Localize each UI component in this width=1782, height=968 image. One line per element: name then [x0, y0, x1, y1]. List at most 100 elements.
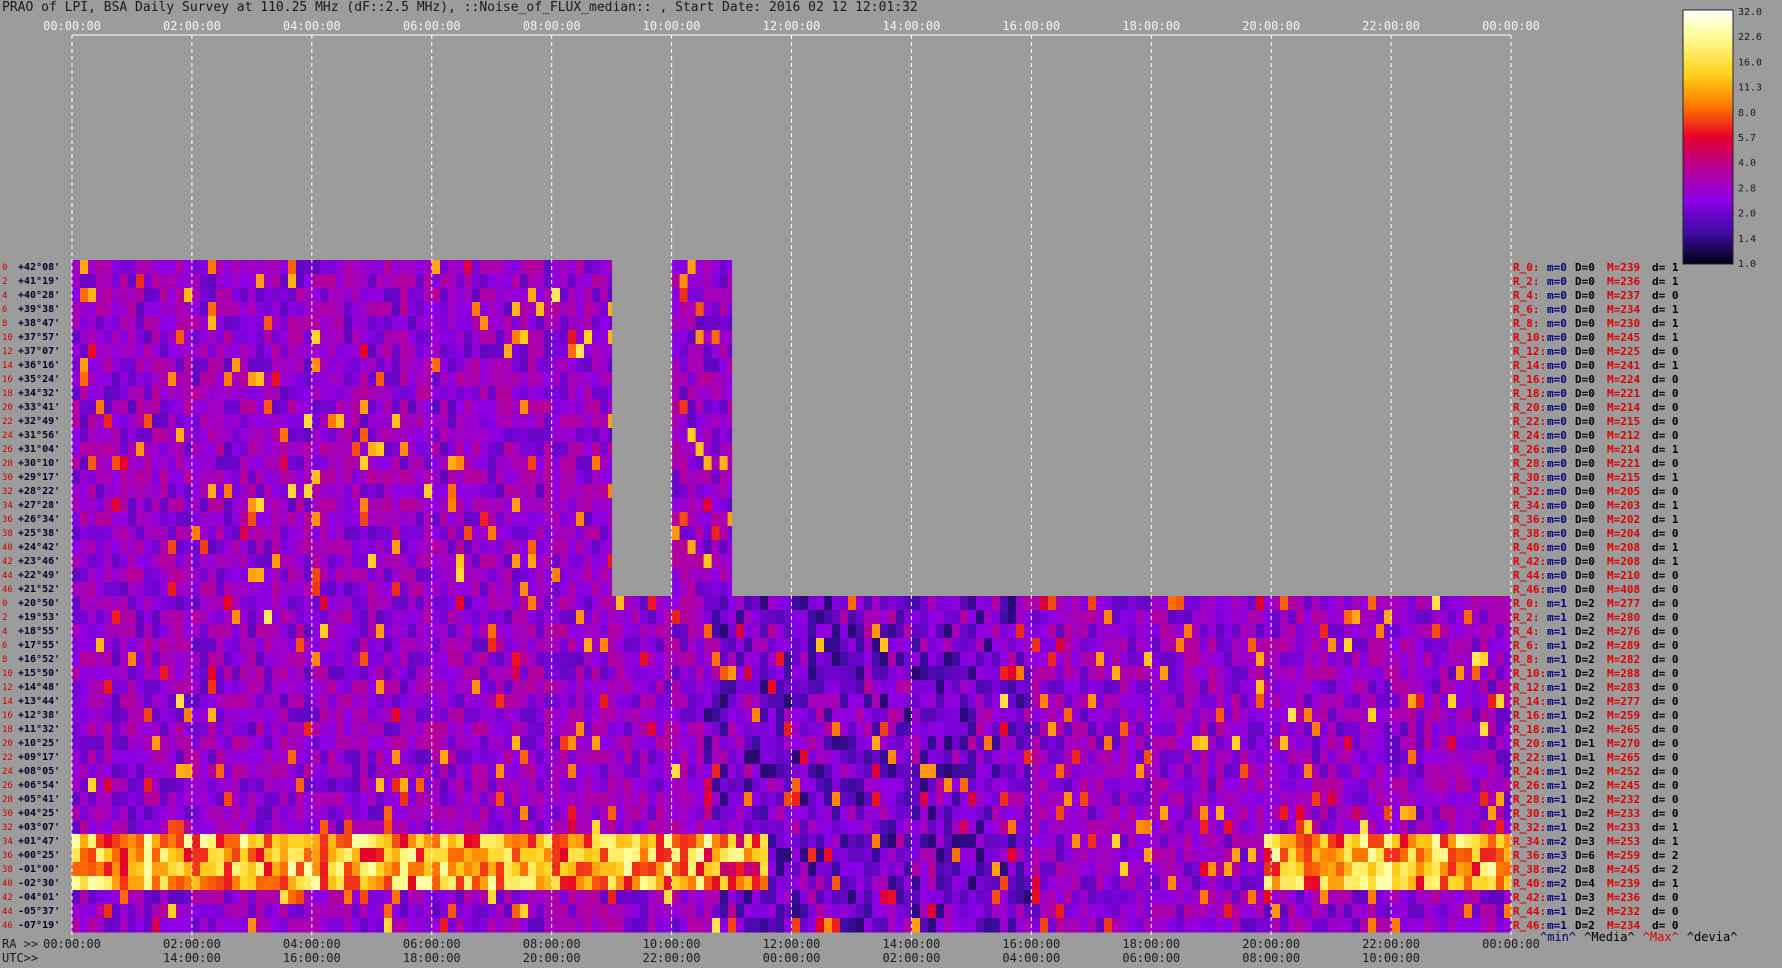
heatmap-cell [120, 442, 129, 457]
heatmap-cell [144, 736, 153, 751]
heatmap-cell [368, 414, 377, 429]
heatmap-cell [504, 610, 513, 625]
heatmap-cell [104, 596, 113, 611]
heatmap-cell [144, 428, 153, 443]
heatmap-cell [1360, 778, 1369, 793]
heatmap-cell [296, 512, 305, 527]
heatmap-cell [1080, 792, 1089, 807]
heatmap-cell [568, 778, 577, 793]
heatmap-cell [312, 750, 321, 765]
heatmap-cell [800, 680, 809, 695]
heatmap-row [72, 288, 733, 303]
heatmap-cell [280, 582, 289, 597]
heatmap-cell [136, 834, 145, 849]
heatmap-cell [360, 372, 369, 387]
heatmap-cell [360, 722, 369, 737]
heatmap-cell [72, 470, 81, 485]
heatmap-cell [232, 582, 241, 597]
heatmap-cell [240, 512, 249, 527]
heatmap-cell [88, 680, 97, 695]
heatmap-cell [1192, 652, 1201, 667]
heatmap-cell [1152, 806, 1161, 821]
heatmap-cell [672, 694, 681, 709]
heatmap-cell [856, 680, 865, 695]
heatmap-cell [679, 512, 689, 527]
heatmap-cell [719, 288, 729, 303]
heatmap-cell [1080, 708, 1089, 723]
heatmap-cell [1288, 652, 1297, 667]
heatmap-cell [1040, 820, 1049, 835]
heatmap-cell [128, 344, 137, 359]
heatmap-cell [1224, 610, 1233, 625]
heatmap-cell [176, 778, 185, 793]
heatmap-cell [1304, 820, 1313, 835]
heatmap-cell [992, 624, 1001, 639]
heatmap-cell [1072, 722, 1081, 737]
heatmap-cell [872, 806, 881, 821]
heatmap-cell [448, 708, 457, 723]
heatmap-cell [712, 596, 721, 611]
heatmap-cell [216, 442, 225, 457]
heatmap-cell [448, 512, 457, 527]
heatmap-cell [1136, 750, 1145, 765]
heatmap-cell [240, 372, 249, 387]
heatmap-cell [352, 568, 361, 583]
heatmap-cell [528, 736, 537, 751]
heatmap-cell [168, 456, 177, 471]
heatmap-cell [1456, 806, 1465, 821]
heatmap-cell [1176, 722, 1185, 737]
heatmap-cell [696, 806, 705, 821]
heatmap-cell [703, 540, 713, 555]
heatmap-cell [1240, 806, 1249, 821]
heatmap-cell [224, 610, 233, 625]
heatmap-cell [1296, 750, 1305, 765]
heatmap-cell [176, 400, 185, 415]
heatmap-cell [440, 358, 449, 373]
heatmap-cell [1192, 736, 1201, 751]
heatmap-cell [160, 820, 169, 835]
heatmap-cell [632, 596, 641, 611]
heatmap-cell [584, 736, 593, 751]
heatmap-cell [1224, 624, 1233, 639]
heatmap-cell [1200, 722, 1209, 737]
heatmap-cell [1016, 750, 1025, 765]
heatmap-cell [360, 596, 369, 611]
heatmap-cell [608, 638, 617, 653]
heatmap-cell [696, 596, 705, 611]
heatmap-cell [168, 568, 177, 583]
heatmap-cell [1352, 610, 1361, 625]
heatmap-cell [104, 778, 113, 793]
heatmap-cell [736, 750, 745, 765]
heatmap-cell [112, 414, 121, 429]
heatmap-cell [600, 316, 609, 331]
heatmap-cell [408, 638, 417, 653]
heatmap-cell [112, 512, 121, 527]
heatmap-cell [376, 428, 385, 443]
heatmap-cell [72, 302, 81, 317]
heatmap-cell [1064, 722, 1073, 737]
heatmap-cell [1112, 596, 1121, 611]
heatmap-cell [152, 596, 161, 611]
heatmap-cell [144, 386, 153, 401]
heatmap-cell [608, 820, 617, 835]
heatmap-cell [671, 526, 681, 541]
heatmap-cell [248, 638, 257, 653]
heatmap-cell [592, 414, 601, 429]
heatmap-cell [1256, 694, 1265, 709]
heatmap-cell [104, 400, 113, 415]
heatmap-cell [528, 820, 537, 835]
heatmap-cell [616, 806, 625, 821]
heatmap-cell [496, 554, 505, 569]
heatmap-cell [96, 624, 105, 639]
heatmap-cell [376, 316, 385, 331]
heatmap-cell [1472, 750, 1481, 765]
heatmap-cell [1208, 778, 1217, 793]
heatmap-cell [672, 764, 681, 779]
heatmap-cell [352, 526, 361, 541]
heatmap-cell [912, 764, 921, 779]
heatmap-cell [592, 666, 601, 681]
heatmap-cell [360, 792, 369, 807]
heatmap-cell [128, 806, 137, 821]
heatmap-cell [688, 778, 697, 793]
heatmap-cell [232, 778, 241, 793]
